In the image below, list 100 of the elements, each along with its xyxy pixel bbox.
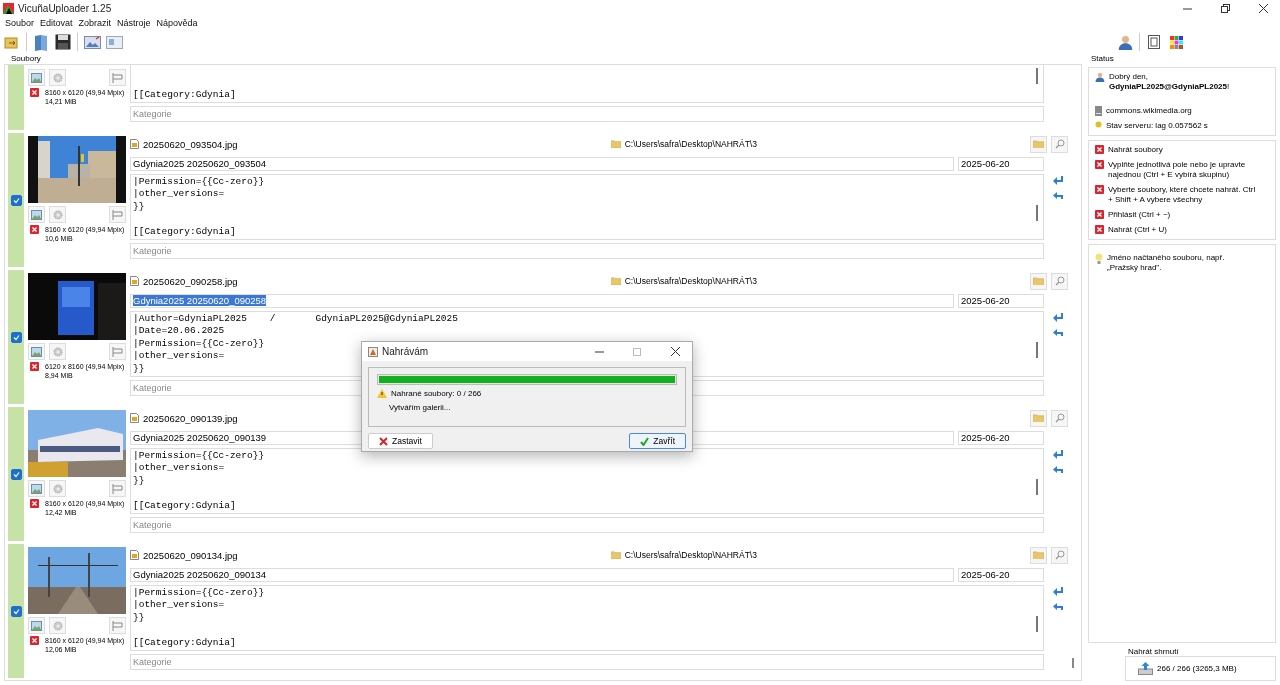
upload-icon	[1138, 662, 1153, 675]
user-icon	[1095, 72, 1105, 82]
date-field[interactable]: 2025-06-20	[958, 294, 1044, 308]
flag-button[interactable]	[109, 480, 126, 497]
remove-icon	[30, 636, 39, 645]
file-icon	[130, 276, 139, 286]
image-icon	[31, 483, 42, 494]
category-field[interactable]: Kategorie	[130, 106, 1044, 122]
return-arrow-icon	[1052, 176, 1064, 186]
title-field[interactable]: Gdynia2025 20250620_090258	[130, 294, 954, 308]
folder-icon	[1033, 139, 1044, 149]
description-field[interactable]: [[Category:Gdynia]	[130, 65, 1044, 103]
error-icon	[1095, 210, 1104, 219]
flag-button[interactable]	[109, 206, 126, 223]
image-button[interactable]	[28, 206, 45, 223]
folder-icon	[610, 140, 621, 148]
open-folder-button[interactable]	[1030, 135, 1047, 153]
file-path: C:\Users\safra\Desktop\NAHRÁT\3	[624, 550, 757, 560]
settings-button[interactable]	[49, 69, 66, 86]
return-arrow-icon	[1052, 313, 1064, 323]
close-dialog-button[interactable]: Zavřít	[629, 433, 686, 449]
open-folder-button[interactable]	[1030, 546, 1047, 564]
tip-text: Jméno načtaného souboru, např. „Pražský hrad".	[1107, 253, 1226, 273]
gear-icon	[52, 72, 63, 83]
file-name: 20250620_090139.jpg	[143, 412, 238, 424]
app-icon	[368, 346, 378, 357]
category-field[interactable]: Kategorie	[130, 654, 1044, 670]
image-button[interactable]	[28, 69, 45, 86]
undo-arrow-icon	[1052, 190, 1064, 200]
settings-button[interactable]	[49, 617, 66, 634]
title-field[interactable]: Gdynia2025 20250620_093504	[130, 157, 954, 171]
remove-icon	[30, 499, 39, 508]
checkbox[interactable]	[10, 468, 22, 480]
description-field[interactable]: |Permission={{Cc-zero}} |other_versions= }} [[Category:Gdynia]	[130, 174, 1044, 240]
checkbox[interactable]	[10, 194, 22, 206]
image-button[interactable]	[28, 617, 45, 634]
status-message: Vytvářím galerii...	[388, 403, 451, 413]
flag-button[interactable]	[109, 343, 126, 360]
search-button[interactable]	[1051, 546, 1068, 564]
image-icon	[31, 209, 42, 220]
image-button[interactable]	[28, 343, 45, 360]
open-folder-button[interactable]	[1030, 409, 1047, 427]
search-icon	[1054, 550, 1065, 560]
group-title: Soubory	[10, 54, 42, 64]
step-text: Nahrát (Ctrl + U)	[1108, 225, 1168, 235]
gear-icon	[52, 483, 63, 494]
settings-button[interactable]	[49, 480, 66, 497]
settings-button[interactable]	[49, 343, 66, 360]
cross-icon	[379, 436, 388, 446]
date-field[interactable]: 2025-06-20	[958, 568, 1044, 582]
image-icon	[31, 620, 42, 631]
file-name: 20250620_090258.jpg	[143, 275, 238, 287]
progress-label: Nahrané soubory: 0 / 266	[391, 389, 482, 399]
checkbox[interactable]	[10, 605, 22, 617]
step-text: Vyberte soubory, které chcete nahrát. Ctrl + Shift + A vybere všechny	[1108, 185, 1257, 205]
group-title: Nahrát shrnutí	[1127, 647, 1180, 656]
error-icon	[1095, 145, 1104, 154]
search-button[interactable]	[1051, 272, 1068, 290]
save-button[interactable]	[53, 32, 73, 52]
folder-icon	[1033, 550, 1044, 560]
date-field[interactable]: 2025-06-20	[958, 431, 1044, 445]
file-path: C:\Users\safra\Desktop\NAHRÁT\3	[624, 276, 757, 286]
checkbox[interactable]	[10, 331, 22, 343]
status-dot-icon	[1095, 121, 1102, 128]
summary-text: 266 / 266 (3265,3 MB)	[1157, 663, 1237, 674]
error-icon	[1095, 160, 1104, 169]
file-name: 20250620_090134.jpg	[143, 549, 238, 561]
stop-button[interactable]: Zastavit	[368, 433, 433, 449]
search-icon	[1054, 276, 1065, 286]
image-button[interactable]	[28, 480, 45, 497]
menu-item[interactable]: Soubor	[2, 18, 38, 28]
category-field[interactable]: Kategorie	[130, 517, 1044, 533]
flag-icon	[112, 620, 123, 631]
error-icon	[1095, 225, 1104, 234]
image-icon	[31, 72, 42, 83]
title-field[interactable]: Gdynia2025 20250620_090134	[130, 568, 954, 582]
search-icon	[1054, 413, 1065, 423]
folder-icon	[1033, 413, 1044, 423]
close-icon	[1258, 3, 1268, 13]
menu-item[interactable]: Editovat	[37, 18, 76, 28]
menu-item[interactable]: Nástroje	[114, 18, 154, 28]
remove-icon	[30, 362, 39, 371]
menu-item[interactable]: Zobrazit	[75, 18, 115, 28]
flag-icon	[112, 483, 123, 494]
file-icon	[130, 139, 139, 149]
gear-icon	[52, 209, 63, 220]
flag-button[interactable]	[109, 69, 126, 86]
undo-arrow-icon	[1052, 464, 1064, 474]
flag-button[interactable]	[109, 617, 126, 634]
date-field[interactable]: 2025-06-20	[958, 157, 1044, 171]
settings-button[interactable]	[49, 206, 66, 223]
flag-icon	[112, 346, 123, 357]
category-field[interactable]: Kategorie	[130, 243, 1044, 259]
menu-item[interactable]: Nápověda	[153, 18, 201, 28]
search-button[interactable]	[1051, 409, 1068, 427]
app-logo-icon	[3, 2, 14, 14]
step-text: Nahrát soubory	[1108, 145, 1164, 155]
description-field[interactable]: |Permission={{Cc-zero}} |other_versions= }} [[Category:Gdynia]	[130, 585, 1044, 651]
search-button[interactable]	[1051, 135, 1068, 153]
open-folder-button[interactable]	[1030, 272, 1047, 290]
